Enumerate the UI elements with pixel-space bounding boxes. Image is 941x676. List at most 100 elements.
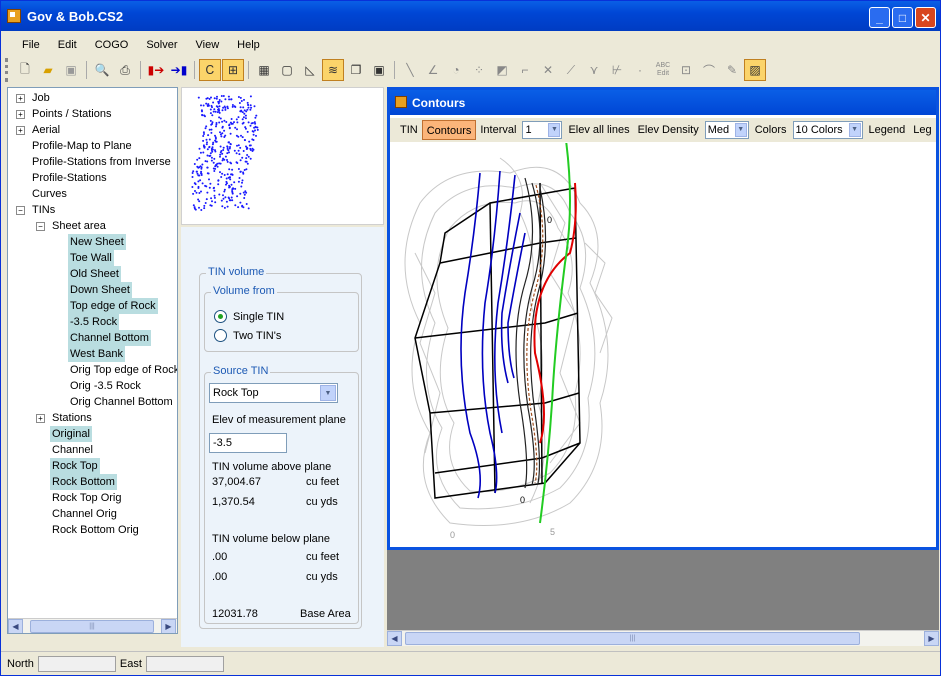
vector-icon[interactable]: ⋎ (583, 59, 605, 81)
tree-node[interactable]: -3.5 Rock (8, 314, 177, 330)
two-tins-radio[interactable]: Two TIN's (214, 329, 281, 342)
hatch-icon[interactable]: ▨ (744, 59, 766, 81)
menu-solver[interactable]: Solver (137, 39, 186, 51)
line-icon[interactable]: ╲ (399, 59, 421, 81)
menu-help[interactable]: Help (228, 39, 269, 51)
scroll-right-icon[interactable]: ▶ (924, 631, 939, 646)
legend-button-overflow[interactable]: Leg (909, 120, 935, 140)
print-preview-icon[interactable]: 🔍 (91, 59, 113, 81)
contour-plot[interactable]: 0 0 0 5 (390, 143, 936, 547)
tree-node[interactable]: − Sheet area (8, 218, 177, 234)
export-icon[interactable]: ➔▮ (168, 59, 190, 81)
chevron-down-icon[interactable]: ▼ (320, 385, 336, 401)
tree-node[interactable]: Rock Top Orig (8, 490, 177, 506)
tree-node[interactable]: West Bank (8, 346, 177, 362)
expand-icon[interactable]: + (16, 94, 25, 103)
tree-node[interactable]: Orig Top edge of Rock (8, 362, 177, 378)
maximize-button[interactable]: □ (892, 7, 913, 28)
collapse-icon[interactable]: − (36, 222, 45, 231)
tree-node[interactable]: Down Sheet (8, 282, 177, 298)
arc-icon[interactable]: ⌒ (698, 59, 720, 81)
interval-select[interactable]: 1 ▼ (522, 121, 563, 139)
print-icon[interactable]: ⎙ (114, 59, 136, 81)
dot-icon[interactable]: · (629, 59, 651, 81)
scroll-thumb[interactable]: ||| (30, 620, 154, 633)
menu-edit[interactable]: Edit (49, 39, 86, 51)
tree-node[interactable]: Profile-Stations from Inverse (8, 154, 177, 170)
chevron-down-icon[interactable]: ▼ (848, 123, 861, 137)
colors-select[interactable]: 10 Colors ▼ (792, 121, 863, 139)
tree-node[interactable]: − TINs (8, 202, 177, 218)
chevron-down-icon[interactable]: ▼ (548, 123, 561, 137)
scroll-thumb[interactable]: ||| (405, 632, 860, 645)
minimize-button[interactable]: _ (869, 7, 890, 28)
tree-node[interactable]: Rock Bottom Orig (8, 522, 177, 538)
tree-node[interactable]: Orig Channel Bottom (8, 394, 177, 410)
chevron-down-icon[interactable]: ▼ (734, 123, 747, 137)
polyline-icon[interactable]: ⌐ (514, 59, 536, 81)
tree-node[interactable]: + Aerial (8, 122, 177, 138)
edit-text-icon[interactable]: Ꮯ (199, 59, 221, 81)
import-icon[interactable]: ▮➔ (145, 59, 167, 81)
pencil-icon[interactable]: ✎ (721, 59, 743, 81)
frame-icon[interactable]: ▣ (368, 59, 390, 81)
contours-icon[interactable]: ≋ (322, 59, 344, 81)
save-icon[interactable]: ▣ (60, 59, 82, 81)
expand-icon[interactable]: + (16, 126, 25, 135)
tree-node[interactable]: Rock Bottom (8, 474, 177, 490)
tree-node[interactable]: + Stations (8, 410, 177, 426)
grid-icon[interactable]: ▦ (253, 59, 275, 81)
source-tin-select[interactable]: Rock Top ▼ (209, 383, 338, 403)
tree-node[interactable]: Old Sheet (8, 266, 177, 282)
expand-icon[interactable]: + (16, 110, 25, 119)
elev-density-select[interactable]: Med ▼ (704, 121, 749, 139)
mdi-hscrollbar[interactable]: ◀ ||| ▶ (387, 630, 939, 646)
tree-node[interactable]: Rock Top (8, 458, 177, 474)
circle-icon[interactable]: ◔ (445, 59, 467, 81)
tree-node[interactable]: Channel Orig (8, 506, 177, 522)
cross-icon[interactable]: ✕ (537, 59, 559, 81)
elev-input[interactable]: -3.5 (209, 433, 287, 453)
label-icon[interactable]: ⊡ (675, 59, 697, 81)
tree-node[interactable]: Toe Wall (8, 250, 177, 266)
tree-node[interactable]: Channel (8, 442, 177, 458)
scroll-right-icon[interactable]: ▶ (161, 619, 176, 633)
angle-icon[interactable]: ∠ (422, 59, 444, 81)
tree-node[interactable]: Profile-Map to Plane (8, 138, 177, 154)
scroll-left-icon[interactable]: ◀ (387, 631, 402, 646)
new-icon[interactable]: 🗋 (14, 59, 36, 81)
tree-node-label: Channel Bottom (68, 330, 151, 346)
tree-hscrollbar[interactable]: ◀ ||| ▶ (8, 618, 177, 633)
tree-node[interactable]: Profile-Stations (8, 170, 177, 186)
tree-node[interactable]: New Sheet (8, 234, 177, 250)
close-button[interactable]: ✕ (915, 7, 936, 28)
tree-node[interactable]: Curves (8, 186, 177, 202)
copy-icon[interactable]: ❐ (345, 59, 367, 81)
tin-icon[interactable]: ◩ (491, 59, 513, 81)
legend-button[interactable]: Legend (865, 120, 910, 140)
tree-node[interactable]: Orig -3.5 Rock (8, 378, 177, 394)
slope-icon[interactable]: ⟋ (560, 59, 582, 81)
single-tin-radio[interactable]: Single TIN (214, 310, 284, 323)
tree-node[interactable]: Top edge of Rock (8, 298, 177, 314)
tree-node[interactable]: Channel Bottom (8, 330, 177, 346)
tree-node[interactable]: Original (8, 426, 177, 442)
tin-button[interactable]: TIN (396, 120, 422, 140)
open-icon[interactable]: ▰ (37, 59, 59, 81)
window-icon[interactable]: ▢ (276, 59, 298, 81)
contours-button[interactable]: Contours (421, 120, 477, 140)
tree-node[interactable]: + Job (8, 90, 177, 106)
menu-cogo[interactable]: COGO (86, 39, 138, 51)
scroll-left-icon[interactable]: ◀ (8, 619, 23, 633)
tree-node[interactable]: + Points / Stations (8, 106, 177, 122)
edit-abc-icon[interactable]: ABC Edit (652, 59, 674, 81)
menu-file[interactable]: File (13, 39, 49, 51)
points-icon[interactable]: ⁘ (468, 59, 490, 81)
zoom-extents-icon[interactable]: ⊞ (222, 59, 244, 81)
expand-icon[interactable]: + (36, 414, 45, 423)
profile-icon[interactable]: ◺ (299, 59, 321, 81)
collapse-icon[interactable]: − (16, 206, 25, 215)
elev-all-lines-button[interactable]: Elev all lines (564, 120, 633, 140)
dimension-icon[interactable]: ⊬ (606, 59, 628, 81)
menu-view[interactable]: View (187, 39, 229, 51)
